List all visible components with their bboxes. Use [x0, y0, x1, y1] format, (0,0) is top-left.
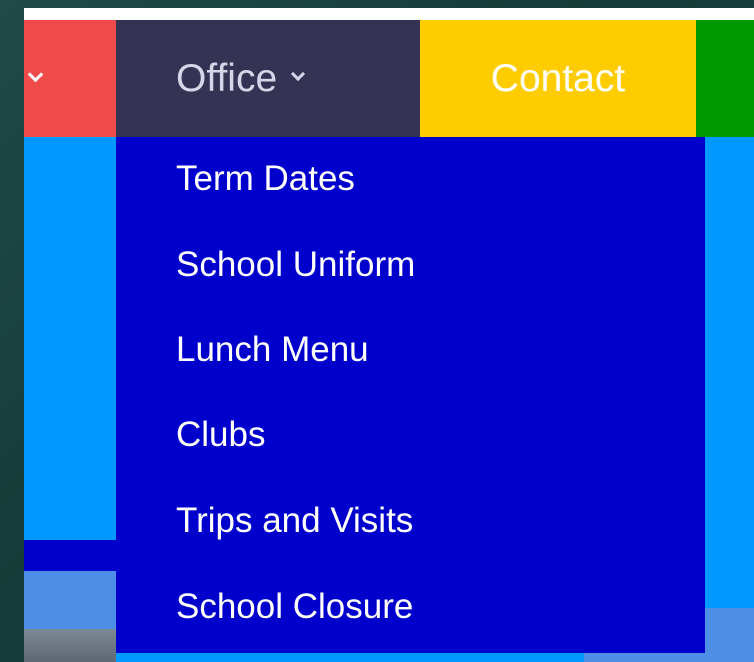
page-band — [24, 540, 116, 571]
page-content-left — [24, 137, 116, 540]
menu-item-trips-and-visits[interactable]: Trips and Visits — [176, 501, 413, 541]
page-band-light — [24, 571, 116, 629]
nav-item-office[interactable]: Office — [116, 20, 420, 137]
chevron-down-icon — [27, 66, 44, 83]
nav-item-next[interactable] — [696, 20, 754, 137]
top-strip — [24, 8, 754, 20]
nav-office-label: Office — [176, 56, 278, 100]
page-image-fragment — [24, 629, 116, 662]
nav-item-contact[interactable]: Contact — [420, 20, 696, 137]
chevron-down-icon — [291, 66, 306, 81]
browser-viewport: Office Contact Term Dates School Uniform… — [24, 8, 754, 662]
menu-item-lunch-menu[interactable]: Lunch Menu — [176, 330, 369, 370]
main-navigation: Office Contact — [24, 20, 754, 137]
menu-item-school-closure[interactable]: School Closure — [176, 587, 413, 627]
nav-contact-label: Contact — [490, 56, 626, 100]
menu-item-clubs[interactable]: Clubs — [176, 415, 265, 455]
nav-item-previous-dropdown[interactable] — [24, 20, 116, 137]
page-content-right — [705, 137, 754, 662]
office-dropdown-menu: Term Dates School Uniform Lunch Menu Clu… — [116, 137, 705, 653]
menu-item-school-uniform[interactable]: School Uniform — [176, 245, 415, 285]
menu-item-term-dates[interactable]: Term Dates — [176, 159, 355, 199]
